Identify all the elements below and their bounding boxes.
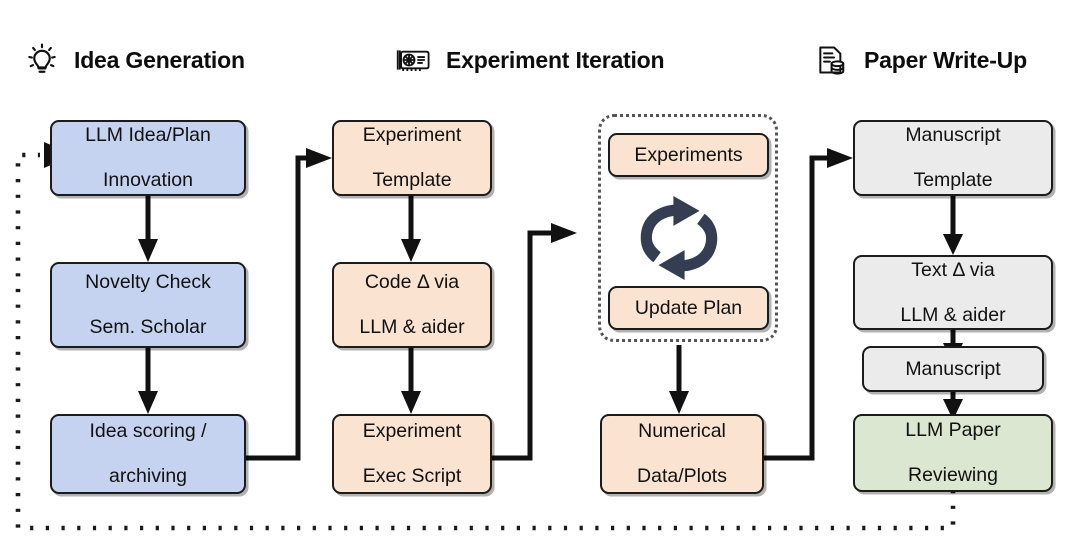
arrow-experiment-template-to-code-delta [401,196,421,262]
node-label: Manuscript Template [905,124,1001,192]
node-label: Update Plan [634,296,743,319]
node-experiments[interactable]: Experiments [608,133,769,177]
node-experiment-exec-script[interactable]: Experiment Exec Script [332,414,492,494]
arrow-llm-idea-to-novelty [138,196,158,262]
node-code-delta[interactable]: Code Δ via LLM & aider [332,262,492,348]
node-novelty-check[interactable]: Novelty Check Sem. Scholar [50,262,246,348]
node-numerical-data-plots[interactable]: Numerical Data/Plots [600,414,764,494]
node-label: Numerical Data/Plots [637,420,727,488]
node-label: Code Δ via LLM & aider [359,271,465,339]
node-manuscript-template[interactable]: Manuscript Template [853,120,1053,196]
refresh-cycle-icon [640,196,718,280]
node-label: Text Δ via LLM & aider [900,258,1006,326]
diagram-canvas: Idea Generation Experiment Iteration Pap… [0,0,1080,547]
node-llm-idea-plan[interactable]: LLM Idea/Plan Innovation [50,120,246,196]
node-llm-paper-reviewing[interactable]: LLM Paper Reviewing [853,414,1053,492]
node-manuscript[interactable]: Manuscript [862,346,1044,392]
arrow-idea-scoring-to-experiment-template [246,148,332,461]
node-label: Experiments [634,143,743,166]
arrow-novelty-to-idea-scoring [138,348,158,414]
node-text-delta[interactable]: Text Δ via LLM & aider [853,255,1053,330]
node-idea-scoring[interactable]: Idea scoring / archiving [50,414,246,494]
node-experiment-template[interactable]: Experiment Template [332,120,492,196]
node-label: Idea scoring / archiving [89,420,207,488]
node-label: LLM Paper Reviewing [905,419,1001,487]
arrow-manuscript-template-to-text-delta [943,196,963,255]
node-label: Novelty Check Sem. Scholar [85,271,211,339]
node-label: Experiment Template [362,124,462,192]
arrow-loop-to-numerical-data [669,345,689,414]
arrow-code-delta-to-exec-script [401,348,421,414]
node-label: Manuscript [905,357,1001,380]
node-label: LLM Idea/Plan Innovation [85,124,211,192]
node-label: Experiment Exec Script [362,420,462,488]
arrow-exec-script-to-experiment-loop [492,223,577,461]
node-update-plan[interactable]: Update Plan [608,286,769,330]
